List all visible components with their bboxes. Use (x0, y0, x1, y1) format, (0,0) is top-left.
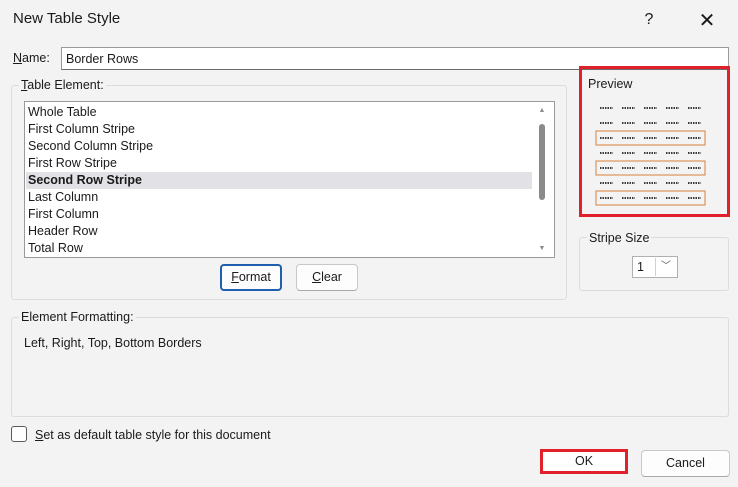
format-button[interactable]: Format (220, 264, 282, 291)
list-item[interactable]: Total Row (26, 240, 532, 257)
clear-button[interactable]: Clear (296, 264, 358, 291)
scroll-down-icon[interactable]: ▼ (535, 244, 549, 254)
scroll-up-icon[interactable]: ▲ (535, 106, 549, 116)
list-item[interactable]: Header Row (26, 223, 532, 240)
stripe-size-label: Stripe Size (587, 231, 652, 245)
stripe-size-value: 1 (637, 260, 644, 274)
table-element-list[interactable]: Whole Table First Column Stripe Second Col… (24, 101, 555, 258)
table-element-label: Table Element: (19, 78, 106, 92)
name-label: Name: (13, 51, 50, 65)
list-item[interactable]: Second Row Stripe (26, 172, 532, 189)
ok-button[interactable]: OK (540, 449, 628, 474)
list-item[interactable]: First Column Stripe (26, 121, 532, 138)
chevron-down-icon[interactable]: ﹀ (655, 258, 676, 276)
default-style-label[interactable]: Set as default table style for this docu… (35, 428, 271, 442)
list-item[interactable]: First Column (26, 206, 532, 223)
default-style-checkbox[interactable] (11, 426, 27, 442)
element-formatting-label: Element Formatting: (19, 310, 136, 324)
close-icon: ✕ (698, 9, 716, 32)
list-item[interactable]: Whole Table (26, 104, 532, 121)
list-item[interactable]: First Row Stripe (26, 155, 532, 172)
title-bar: New Table Style ? ✕ (0, 0, 738, 40)
stripe-size-select[interactable]: 1 ﹀ (632, 256, 678, 278)
preview-label: Preview (588, 77, 633, 91)
cancel-button[interactable]: Cancel (641, 450, 730, 477)
help-button[interactable]: ? (626, 0, 672, 40)
close-button[interactable]: ✕ (684, 0, 730, 40)
element-formatting-group (11, 317, 729, 417)
list-item[interactable]: Last Column (26, 189, 532, 206)
window-title: New Table Style (13, 10, 121, 27)
element-formatting-text: Left, Right, Top, Bottom Borders (24, 336, 202, 350)
table-preview (595, 107, 706, 206)
help-icon: ? (644, 11, 654, 28)
list-item[interactable]: Second Column Stripe (26, 138, 532, 155)
scrollbar-thumb[interactable] (539, 124, 545, 200)
